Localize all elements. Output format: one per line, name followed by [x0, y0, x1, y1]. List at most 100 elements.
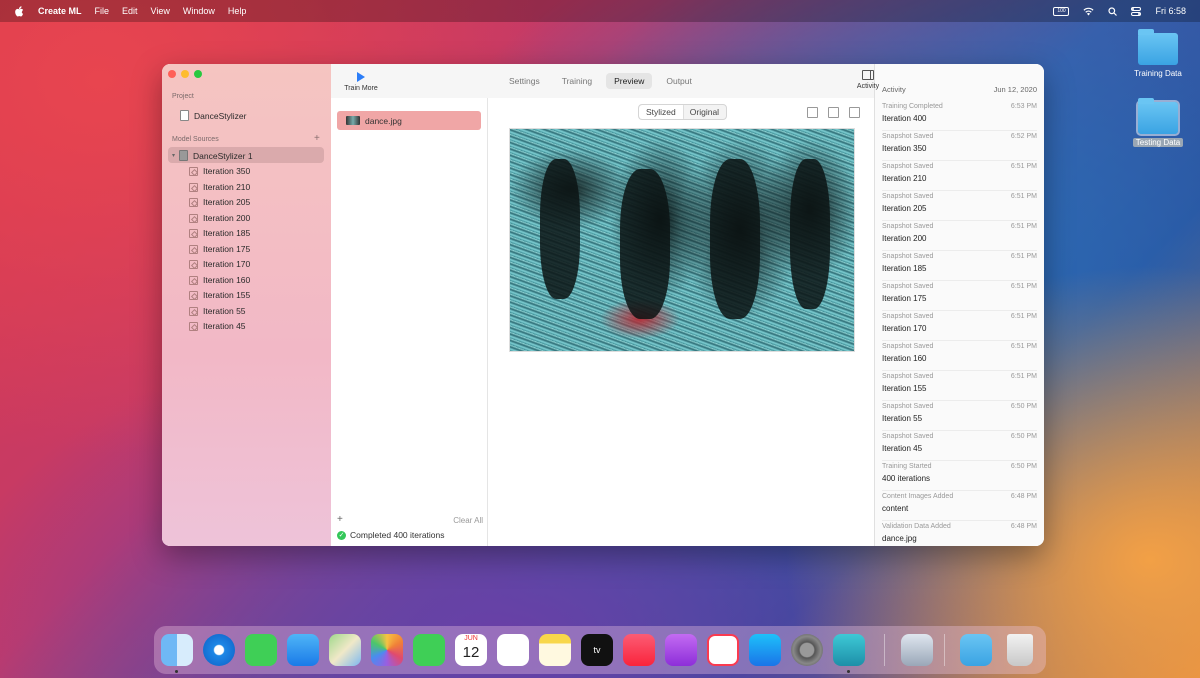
calendar-icon[interactable]: JUN 12: [455, 634, 487, 666]
spotlight-search-icon[interactable]: [1108, 6, 1118, 16]
train-more-button[interactable]: Train More: [343, 72, 379, 92]
preview-icon[interactable]: [901, 634, 933, 666]
tab-settings[interactable]: Settings: [501, 73, 548, 89]
tab-output[interactable]: Output: [658, 73, 700, 89]
zoom-window-button[interactable]: [194, 70, 202, 78]
edit-menu[interactable]: Edit: [122, 6, 138, 16]
sidebar-item-iteration[interactable]: Iteration 160: [189, 275, 250, 285]
activity-entry[interactable]: Snapshot Saved 6:51 PM Iteration 155: [882, 370, 1037, 401]
iteration-label: Iteration 175: [203, 244, 251, 254]
facetime-icon[interactable]: [413, 634, 445, 666]
sidebar-item-iteration[interactable]: Iteration 175: [189, 244, 250, 254]
train-more-label: Train More: [344, 85, 378, 92]
sidebar-item-iteration[interactable]: Iteration 205: [189, 197, 250, 207]
activity-entry[interactable]: Content Images Added 6:48 PM content: [882, 490, 1037, 521]
activity-entry-detail: content: [882, 504, 909, 513]
tab-preview[interactable]: Preview: [606, 73, 653, 89]
dock-separator: [884, 634, 885, 666]
activity-entry[interactable]: Snapshot Saved 6:51 PM Iteration 200: [882, 220, 1037, 251]
desktop-folder-label: Training Data: [1134, 69, 1182, 78]
maps-icon[interactable]: [329, 634, 361, 666]
iteration-label: Iteration 170: [203, 259, 251, 269]
activity-entry[interactable]: Training Started 6:50 PM 400 iterations: [882, 460, 1037, 491]
sidebar-item-iteration[interactable]: Iteration 350: [189, 166, 250, 176]
close-window-button[interactable]: [168, 70, 176, 78]
open-external-icon[interactable]: [849, 107, 860, 118]
downloads-folder-icon[interactable]: [960, 634, 992, 666]
activity-entry[interactable]: Training Completed 6:53 PM Iteration 400: [882, 100, 1037, 131]
mail-icon[interactable]: [287, 634, 319, 666]
snapshot-icon: [189, 306, 198, 316]
share-icon[interactable]: [828, 107, 839, 118]
finder-icon[interactable]: [161, 634, 193, 666]
file-item-selected[interactable]: dance.jpg: [337, 111, 481, 130]
activity-entry[interactable]: Snapshot Saved 6:50 PM Iteration 45: [882, 430, 1037, 461]
download-icon[interactable]: [807, 107, 818, 118]
activity-entry[interactable]: Snapshot Saved 6:51 PM Iteration 205: [882, 190, 1037, 221]
music-icon[interactable]: [623, 634, 655, 666]
podcasts-icon[interactable]: [665, 634, 697, 666]
news-icon[interactable]: [707, 634, 739, 666]
sidebar-item-iteration[interactable]: Iteration 155: [189, 290, 250, 300]
tab-training[interactable]: Training: [554, 73, 600, 89]
file-menu[interactable]: File: [95, 6, 110, 16]
sidebar-item-project[interactable]: DanceStylizer: [180, 110, 246, 121]
activity-entry-title: Content Images Added: [882, 493, 954, 500]
sidebar-item-iteration[interactable]: Iteration 185: [189, 228, 250, 238]
sidebar-item-iteration[interactable]: Iteration 55: [189, 306, 246, 316]
activity-entry[interactable]: Snapshot Saved 6:51 PM Iteration 160: [882, 340, 1037, 371]
trash-icon[interactable]: [1007, 634, 1033, 666]
add-file-button[interactable]: +: [337, 514, 343, 525]
activity-entry[interactable]: Validation Data Added 6:48 PM dance.jpg: [882, 520, 1037, 546]
activity-toggle-button[interactable]: Activity: [853, 70, 883, 90]
document-icon: [180, 110, 189, 121]
messages-icon[interactable]: [245, 634, 277, 666]
window-menu[interactable]: Window: [183, 6, 215, 16]
sidebar-item-iteration[interactable]: Iteration 45: [189, 321, 246, 331]
minimize-window-button[interactable]: [181, 70, 189, 78]
appstore-icon[interactable]: [749, 634, 781, 666]
createml-icon[interactable]: [833, 634, 865, 666]
safari-icon[interactable]: [203, 634, 235, 666]
tab-bar: Settings Training Preview Output: [501, 73, 700, 89]
segment-stylized[interactable]: Stylized: [639, 105, 683, 119]
activity-entry-time: 6:48 PM: [1010, 493, 1037, 500]
activity-entry[interactable]: Snapshot Saved 6:51 PM Iteration 170: [882, 310, 1037, 341]
menubar-clock[interactable]: Fri 6:58: [1155, 6, 1186, 16]
view-menu[interactable]: View: [151, 6, 170, 16]
help-menu[interactable]: Help: [228, 6, 247, 16]
system-preferences-icon[interactable]: [791, 634, 823, 666]
desktop-folder-testing-data[interactable]: Testing Data: [1120, 98, 1196, 147]
activity-entry[interactable]: Snapshot Saved 6:51 PM Iteration 210: [882, 160, 1037, 191]
activity-panel: Activity Activity Jun 12, 2020 Training …: [857, 64, 1044, 546]
activity-entry[interactable]: Snapshot Saved 6:51 PM Iteration 175: [882, 280, 1037, 311]
apple-menu-icon[interactable]: [14, 5, 24, 17]
app-menu[interactable]: Create ML: [38, 6, 82, 16]
sidebar-item-iteration[interactable]: Iteration 200: [189, 213, 250, 223]
desktop-folder-training-data[interactable]: Training Data: [1120, 29, 1196, 78]
photos-icon[interactable]: [371, 634, 403, 666]
segment-original[interactable]: Original: [683, 105, 726, 119]
sidebar-item-model[interactable]: ▾ DanceStylizer 1: [172, 150, 253, 161]
wifi-icon[interactable]: [1083, 7, 1094, 16]
disclosure-chevron-icon[interactable]: ▾: [172, 152, 175, 159]
clear-all-button[interactable]: Clear All: [453, 516, 483, 525]
control-center-icon[interactable]: [1131, 6, 1142, 16]
battery-icon[interactable]: 100: [1053, 6, 1070, 16]
stylized-image: [509, 128, 855, 352]
appletv-label: tv: [593, 645, 601, 655]
add-model-source-button[interactable]: +: [314, 133, 320, 144]
folder-icon: [1138, 29, 1178, 65]
appletv-icon[interactable]: tv: [581, 634, 613, 666]
folder-icon: [1136, 98, 1180, 136]
reminders-icon[interactable]: [497, 634, 529, 666]
activity-entry[interactable]: Snapshot Saved 6:51 PM Iteration 185: [882, 250, 1037, 281]
activity-entry[interactable]: Snapshot Saved 6:50 PM Iteration 55: [882, 400, 1037, 431]
iteration-label: Iteration 200: [203, 213, 251, 223]
play-icon: [357, 72, 365, 82]
sidebar-item-iteration[interactable]: Iteration 170: [189, 259, 250, 269]
sidebar-item-iteration[interactable]: Iteration 210: [189, 182, 250, 192]
notes-icon[interactable]: [539, 634, 571, 666]
activity-entry[interactable]: Snapshot Saved 6:52 PM Iteration 350: [882, 130, 1037, 161]
project-section-header: Project: [172, 93, 194, 100]
